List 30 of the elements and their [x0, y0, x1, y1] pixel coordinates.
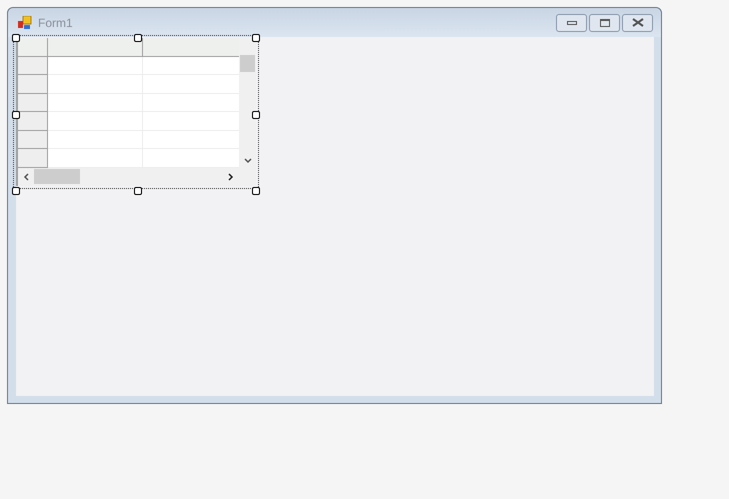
- table-cell[interactable]: [48, 75, 143, 94]
- scroll-thumb[interactable]: [240, 55, 255, 72]
- window-title: Form1: [38, 14, 73, 32]
- form-icon: [18, 16, 32, 29]
- row-header[interactable]: [18, 56, 48, 76]
- close-button[interactable]: [622, 14, 653, 32]
- table-cell[interactable]: [48, 94, 143, 112]
- close-icon: [632, 18, 644, 27]
- table-cell[interactable]: [143, 56, 239, 76]
- resize-handle[interactable]: [252, 34, 260, 42]
- maximize-button[interactable]: [589, 14, 620, 32]
- minimize-button[interactable]: [556, 14, 587, 32]
- resize-handle[interactable]: [252, 187, 260, 195]
- scroll-left-icon[interactable]: [23, 172, 29, 180]
- row-header[interactable]: [18, 130, 48, 150]
- scroll-down-icon[interactable]: [244, 158, 252, 164]
- scroll-thumb[interactable]: [34, 169, 80, 184]
- resize-handle[interactable]: [12, 111, 20, 119]
- row-header[interactable]: [18, 75, 48, 94]
- resize-handle[interactable]: [12, 187, 20, 195]
- row-header[interactable]: [18, 149, 48, 168]
- scroll-right-icon[interactable]: [228, 172, 234, 180]
- table-cell[interactable]: [48, 130, 143, 150]
- resize-handle[interactable]: [134, 187, 142, 195]
- table-cell[interactable]: [48, 56, 143, 76]
- resize-handle[interactable]: [252, 111, 260, 119]
- table-cell[interactable]: [48, 112, 143, 131]
- resize-handle[interactable]: [134, 34, 142, 42]
- table-cell[interactable]: [48, 149, 143, 168]
- resize-handle[interactable]: [12, 34, 20, 42]
